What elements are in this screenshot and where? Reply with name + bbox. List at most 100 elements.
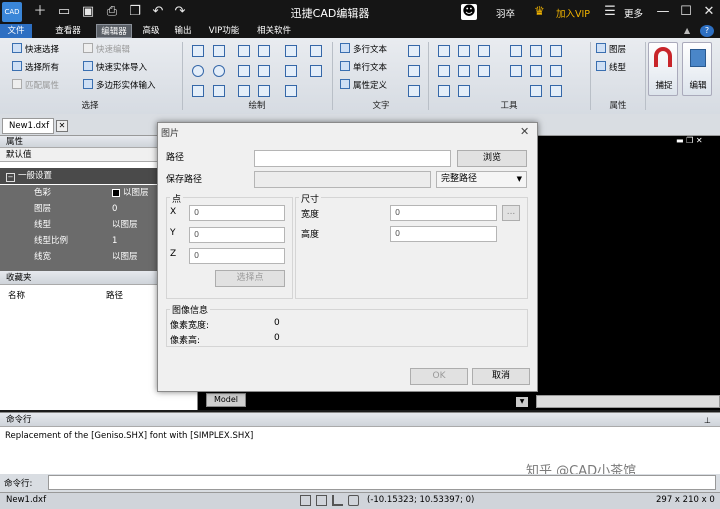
copy-tool-icon[interactable] bbox=[458, 45, 470, 57]
single-line-text-button[interactable]: 单行文本 bbox=[340, 61, 387, 75]
save-icon[interactable]: ▣ bbox=[80, 4, 96, 20]
width-input[interactable]: 0 bbox=[390, 205, 497, 221]
scale-tool-icon[interactable] bbox=[510, 45, 522, 57]
height-input[interactable]: 0 bbox=[390, 226, 497, 242]
fillet-tool-icon[interactable] bbox=[438, 85, 450, 97]
attribute-definition-button[interactable]: 属性定义 bbox=[340, 79, 387, 93]
pin-icon[interactable]: ⊥ bbox=[704, 416, 711, 425]
text-fill-icon[interactable] bbox=[408, 65, 420, 77]
chamfer-tool-icon[interactable] bbox=[458, 85, 470, 97]
close-tab-icon[interactable]: ✕ bbox=[56, 120, 68, 132]
menu-viewer[interactable]: 查看器 bbox=[50, 24, 86, 38]
point-tool-icon[interactable] bbox=[192, 85, 204, 97]
collapse-ribbon-icon[interactable]: ▲ bbox=[684, 26, 696, 36]
region-tool-icon[interactable] bbox=[258, 85, 270, 97]
copy-icon[interactable]: ❐ bbox=[127, 4, 143, 20]
ellipse-tool-icon[interactable] bbox=[213, 65, 225, 77]
arc-tool-icon[interactable] bbox=[258, 65, 270, 77]
save-path-input[interactable] bbox=[254, 171, 431, 188]
user-name[interactable]: 羽卒 bbox=[496, 6, 515, 20]
block-tool-icon[interactable] bbox=[310, 45, 322, 57]
edit-button[interactable]: 编辑 bbox=[682, 42, 712, 96]
mirror-tool-icon[interactable] bbox=[530, 45, 542, 57]
redo-icon[interactable]: ↷ bbox=[172, 4, 188, 20]
help-icon[interactable]: ? bbox=[700, 25, 714, 37]
quick-select-button[interactable]: 快速选择 bbox=[12, 43, 59, 57]
menu-file[interactable]: 文件 bbox=[0, 24, 32, 38]
select-all-button[interactable]: 选择所有 bbox=[12, 61, 59, 75]
browse-button[interactable]: 浏览 bbox=[457, 150, 527, 167]
trim-tool-icon[interactable] bbox=[438, 65, 450, 77]
extend-tool-icon[interactable] bbox=[458, 65, 470, 77]
app-logo[interactable]: CAD bbox=[2, 2, 22, 22]
close-button[interactable]: ✕ bbox=[701, 4, 717, 20]
z-input[interactable]: 0 bbox=[189, 248, 285, 264]
pick-point-button[interactable]: 选择点 bbox=[215, 270, 285, 287]
circle-tool-icon[interactable] bbox=[192, 65, 204, 77]
layer-button[interactable]: 图层 bbox=[596, 43, 626, 57]
menu-advanced[interactable]: 高级 bbox=[138, 24, 164, 38]
snap-button[interactable]: 捕捉 bbox=[648, 42, 678, 96]
more-link[interactable]: 更多 bbox=[624, 6, 643, 20]
measure-tool-icon[interactable] bbox=[530, 85, 542, 97]
y-input[interactable]: 0 bbox=[189, 227, 285, 243]
menu-editor[interactable]: 编辑器 bbox=[96, 24, 132, 38]
move-tool-icon[interactable] bbox=[438, 45, 450, 57]
collapse-icon[interactable]: − bbox=[6, 173, 15, 182]
polar-toggle-icon[interactable] bbox=[348, 495, 359, 506]
favorites-col-path[interactable]: 路径 bbox=[106, 289, 123, 301]
favorites-col-name[interactable]: 名称 bbox=[8, 289, 25, 301]
join-tool-icon[interactable] bbox=[530, 65, 542, 77]
rectangle-tool-icon[interactable] bbox=[238, 45, 250, 57]
rotate-tool-icon[interactable] bbox=[478, 45, 490, 57]
path-mode-select[interactable]: 完整路径 ▼ bbox=[436, 171, 527, 188]
tab-new1-dxf[interactable]: New1.dxf bbox=[2, 118, 54, 134]
polygon-tool-icon[interactable] bbox=[238, 65, 250, 77]
ok-button[interactable]: OK bbox=[410, 368, 468, 385]
x-input[interactable]: 0 bbox=[189, 205, 285, 221]
snap-toggle-icon[interactable] bbox=[316, 495, 327, 506]
match-properties-button[interactable]: 匹配属性 bbox=[12, 79, 59, 93]
grid-toggle-icon[interactable] bbox=[300, 495, 311, 506]
open-folder-icon[interactable]: ▭ bbox=[56, 4, 72, 20]
tab-dropdown-icon[interactable]: ▼ bbox=[516, 397, 528, 407]
polygon-entity-input-button[interactable]: 多边形实体输入 bbox=[83, 79, 156, 93]
maximize-button[interactable]: ☐ bbox=[678, 4, 694, 20]
image-tool-icon[interactable] bbox=[310, 65, 322, 77]
text-edit-icon[interactable] bbox=[408, 85, 420, 97]
array-tool-icon[interactable] bbox=[550, 45, 562, 57]
horizontal-scrollbar[interactable] bbox=[536, 395, 720, 408]
menu-vip[interactable]: VIP功能 bbox=[204, 24, 244, 38]
undo-icon[interactable]: ↶ bbox=[150, 4, 166, 20]
text-style-icon[interactable] bbox=[408, 45, 420, 57]
menu-output[interactable]: 输出 bbox=[170, 24, 196, 38]
join-vip-link[interactable]: 加入VIP bbox=[556, 6, 590, 20]
offset-tool-icon[interactable] bbox=[478, 65, 490, 77]
pattern-tool-icon[interactable] bbox=[213, 85, 225, 97]
polyline-tool-icon[interactable] bbox=[213, 45, 225, 57]
quick-edit-button[interactable]: 快速编辑 bbox=[83, 43, 130, 57]
pen-tool-icon[interactable] bbox=[285, 65, 297, 77]
spline-tool-icon[interactable] bbox=[258, 45, 270, 57]
command-input[interactable] bbox=[48, 475, 716, 490]
tab-model[interactable]: Model bbox=[206, 393, 246, 407]
print-icon[interactable]: ⎙ bbox=[104, 4, 120, 20]
more-menu-icon[interactable]: ☰ bbox=[602, 4, 618, 20]
table-tool-icon[interactable] bbox=[285, 85, 297, 97]
explode-tool-icon[interactable] bbox=[510, 65, 522, 77]
minimize-button[interactable]: — bbox=[655, 4, 671, 20]
size-more-button[interactable]: ... bbox=[502, 205, 520, 221]
fill-tool-icon[interactable] bbox=[238, 85, 250, 97]
break-tool-icon[interactable] bbox=[550, 65, 562, 77]
path-input[interactable] bbox=[254, 150, 451, 167]
canvas-window-controls[interactable]: ▬ ❐ ✕ bbox=[676, 136, 703, 145]
erase-tool-icon[interactable] bbox=[550, 85, 562, 97]
multiline-text-button[interactable]: 多行文本 bbox=[340, 43, 387, 57]
hatch-tool-icon[interactable] bbox=[285, 45, 297, 57]
linetype-button[interactable]: 线型 bbox=[596, 61, 626, 75]
dialog-close-icon[interactable]: ✕ bbox=[520, 125, 529, 138]
menu-related-software[interactable]: 相关软件 bbox=[252, 24, 296, 38]
user-avatar-icon[interactable]: ☻ bbox=[461, 4, 477, 20]
quick-entity-import-button[interactable]: 快速实体导入 bbox=[83, 61, 147, 75]
ortho-toggle-icon[interactable] bbox=[332, 495, 343, 506]
